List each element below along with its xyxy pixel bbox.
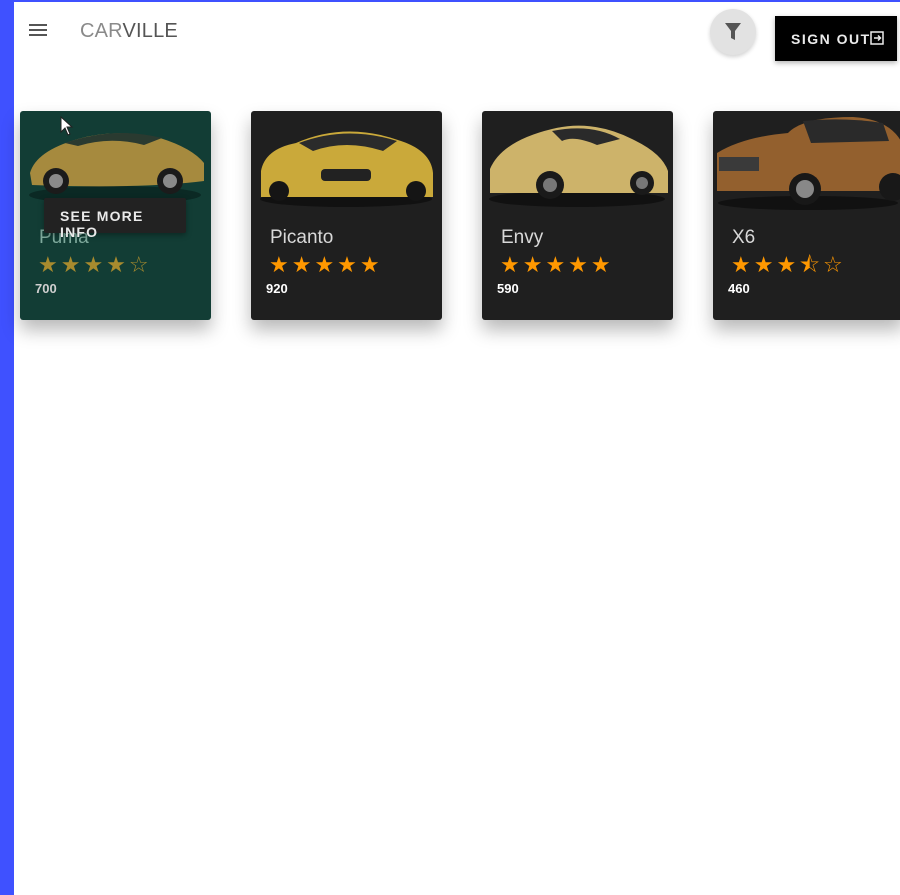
car-name: Envy (501, 227, 544, 248)
car-image (717, 117, 900, 210)
car-card-picanto[interactable]: Picanto ★★★★★ 920 (251, 111, 442, 320)
menu-icon[interactable] (26, 18, 50, 42)
car-name: Picanto (270, 227, 334, 248)
exit-icon (870, 31, 884, 45)
sign-out-label: SIGN OUT (791, 31, 871, 47)
car-price: 460 (728, 281, 750, 296)
rating-stars: ★★★★★ (500, 252, 614, 277)
brand-ville: VILLE (122, 20, 178, 42)
see-more-info-tooltip: SEE MORE INFO (44, 198, 186, 240)
left-window-edge (0, 0, 14, 895)
car-price: 920 (266, 281, 288, 296)
sign-out-button[interactable]: SIGN OUT (775, 16, 897, 61)
filter-button[interactable] (710, 9, 756, 55)
car-name: X6 (732, 227, 756, 248)
car-card-x6[interactable]: X6 ★★★⯪☆ 460 (713, 111, 900, 320)
tooltip-label: SEE MORE INFO (60, 208, 144, 240)
rating-stars: ★★★⯪☆ (731, 252, 846, 277)
car-image (489, 125, 668, 207)
app-bar: CARVILLE SIGN OUT (14, 2, 900, 64)
car-card-envy[interactable]: Envy ★★★★★ 590 (482, 111, 673, 320)
app-brand: CARVILLE (80, 20, 178, 43)
car-image (260, 131, 433, 207)
rating-stars: ★★★★★ (269, 252, 383, 277)
rating-stars: ★★★★☆ (38, 252, 152, 277)
mouse-cursor-icon (60, 116, 74, 136)
car-price: 700 (35, 281, 57, 296)
filter-icon (725, 23, 741, 40)
brand-car: CAR (80, 20, 123, 42)
car-price: 590 (497, 281, 519, 296)
